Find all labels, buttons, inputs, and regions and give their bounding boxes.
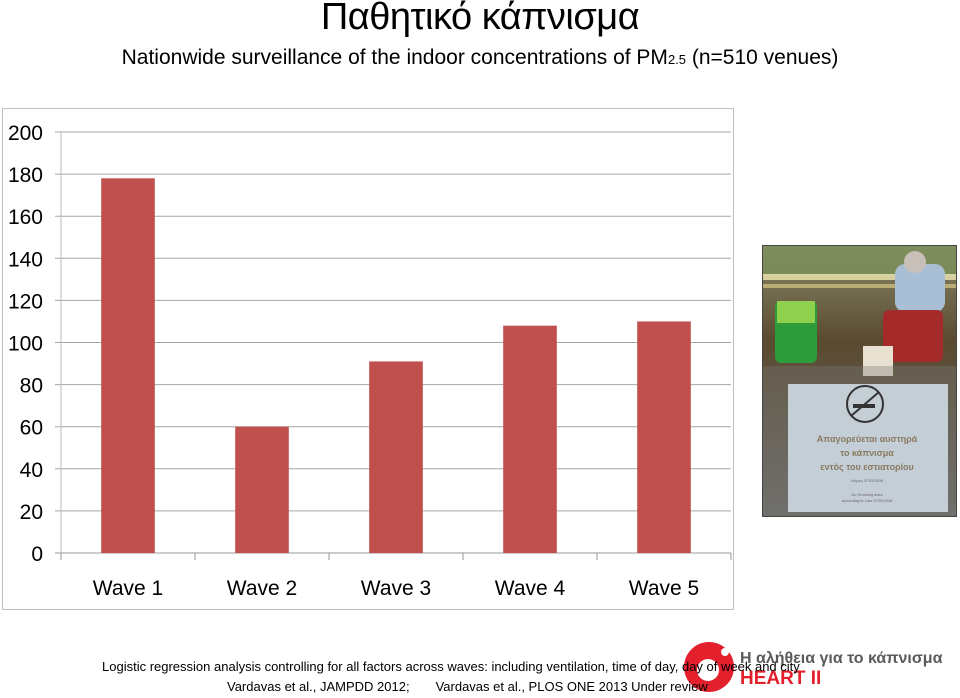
y-tick-label: 160 bbox=[8, 206, 43, 229]
bar-chart: 0 20 40 60 80 100 120 140 160 180 200 Wave 1 Wave 2 W… bbox=[8, 122, 732, 600]
y-tick-label: 80 bbox=[20, 375, 43, 398]
x-tick-label: Wave 1 bbox=[93, 577, 163, 600]
no-smoking-sign-photo: Απαγορεύεται αυστηρά το κάπνισμα εντός τ… bbox=[762, 245, 957, 517]
y-tick-label: 200 bbox=[8, 122, 43, 145]
person-green-chair bbox=[775, 301, 817, 363]
y-tick-label: 0 bbox=[31, 543, 43, 566]
x-tick-label: Wave 5 bbox=[629, 577, 699, 600]
x-tick-label: Wave 4 bbox=[495, 577, 566, 600]
y-tick-label: 20 bbox=[20, 501, 43, 524]
subtitle-subscript: 2.5 bbox=[667, 52, 687, 67]
sign-text-3: εντός του εστιατορίου bbox=[820, 462, 914, 472]
slide-title: Παθητικό κάπνισμα bbox=[320, 0, 640, 38]
bar-wave-4 bbox=[503, 325, 557, 553]
sign-text-small-1: Νόμος 3730/2008 bbox=[851, 478, 883, 483]
y-tick-label: 60 bbox=[20, 417, 43, 440]
sign-text-1: Απαγορεύεται αυστηρά bbox=[817, 434, 918, 444]
bar-wave-2 bbox=[235, 426, 289, 553]
y-tick-label: 140 bbox=[8, 248, 43, 271]
x-tick-label: Wave 3 bbox=[361, 577, 431, 600]
bars bbox=[101, 178, 691, 553]
reference-2: Vardavas et al., PLOS ONE 2013 Under rev… bbox=[435, 679, 708, 694]
subtitle-main: Nationwide surveillance of the indoor co… bbox=[121, 46, 668, 69]
subtitle-tail: (n=510 venues) bbox=[686, 46, 839, 69]
bar-wave-3 bbox=[369, 361, 423, 553]
footnote-method: Logistic regression analysis controlling… bbox=[102, 659, 800, 674]
y-tick-label: 180 bbox=[8, 164, 43, 187]
bar-wave-1 bbox=[101, 178, 155, 553]
sign-text-2: το κάπνισμα bbox=[840, 448, 894, 458]
reference-1: Vardavas et al., JAMPDD 2012; bbox=[227, 679, 410, 694]
chart-area: 0 20 40 60 80 100 120 140 160 180 200 Wave 1 Wave 2 W… bbox=[2, 108, 734, 610]
bar-wave-5 bbox=[637, 321, 691, 553]
x-tick-label: Wave 2 bbox=[227, 577, 297, 600]
photo-illustration: Απαγορεύεται αυστηρά το κάπνισμα εντός τ… bbox=[763, 246, 956, 516]
sign-text-small-3: according to Law 3730/2008 bbox=[842, 498, 893, 503]
y-tick-label: 120 bbox=[8, 290, 43, 313]
slide-subtitle: Nationwide surveillance of the indoor co… bbox=[0, 46, 960, 70]
sign-text-small-2: No Smoking Area bbox=[851, 492, 883, 497]
y-tick-label: 40 bbox=[20, 459, 43, 482]
y-tick-label: 100 bbox=[8, 333, 43, 356]
no-smoking-sign: Απαγορεύεται αυστηρά το κάπνισμα εντός τ… bbox=[788, 384, 948, 512]
footnote-references: Vardavas et al., JAMPDD 2012; Vardavas et… bbox=[227, 679, 708, 694]
